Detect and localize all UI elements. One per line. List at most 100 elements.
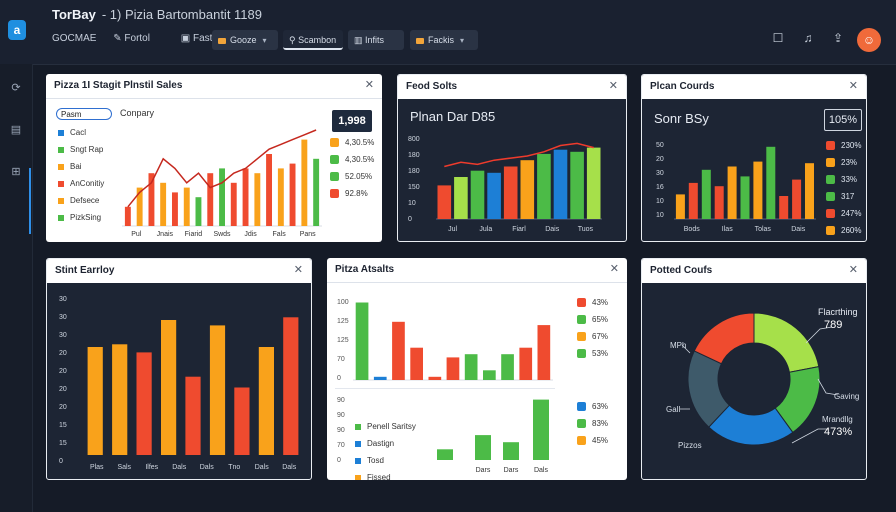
x-tick-label: Dals <box>172 464 187 471</box>
x-tick-label: Jul <box>448 226 457 233</box>
calendar-icon[interactable]: ▤ <box>8 122 24 138</box>
square-icon <box>416 37 424 44</box>
label-pizzos: Pizzos <box>678 441 702 450</box>
percent-value: 247% <box>841 209 862 218</box>
nav-item-gocmae[interactable]: GOCMAE <box>52 33 96 44</box>
percent-item: 260% <box>826 226 861 241</box>
percent-item: 63% <box>577 402 608 419</box>
legend-swatch <box>58 129 64 136</box>
y-tick-label: 20 <box>59 368 67 375</box>
x-tick-label: Ilas <box>722 226 733 233</box>
close-icon[interactable]: ✕ <box>294 263 303 276</box>
p5-bar-7 <box>483 370 496 380</box>
p2-bar-4 <box>503 166 518 219</box>
close-icon[interactable]: ✕ <box>365 78 374 91</box>
p5-bar-9 <box>519 347 533 380</box>
app-name: TorBay <box>52 7 96 22</box>
infits-label: Infits <box>365 35 385 45</box>
p1-bar-15 <box>301 139 308 226</box>
percent-value: 4,30.5% <box>345 138 375 147</box>
p5b-bar-1 <box>475 435 491 460</box>
percent-value: 43% <box>592 298 609 307</box>
p2-bar-5 <box>520 160 535 219</box>
legend-swatch <box>58 197 64 204</box>
legend-label: Dastign <box>367 439 395 448</box>
legend-item: Bai <box>58 162 104 179</box>
percent-swatch <box>826 209 835 219</box>
p1-bar-7 <box>207 173 214 226</box>
percent-value: 45% <box>592 436 609 445</box>
label-gall: Gall <box>666 405 681 414</box>
percent-item: 230% <box>826 141 861 158</box>
scambon-tab[interactable]: ⚲ Scambon <box>283 30 343 50</box>
p1-bar-16 <box>313 158 320 226</box>
y-tick-label: 70 <box>337 442 345 449</box>
y-tick-label: 30 <box>59 332 67 339</box>
fackis-dropdown[interactable]: Fackis ▾ <box>410 30 478 50</box>
y-tick-label: 150 <box>408 184 420 191</box>
p5-bar-4 <box>428 376 442 380</box>
grid-icon[interactable]: ⊞ <box>8 164 24 180</box>
y-tick-label: 90 <box>337 397 345 404</box>
avatar-icon[interactable]: ☺ <box>857 28 881 52</box>
percent-value: 63% <box>592 402 609 411</box>
p2-bar-1 <box>454 177 468 219</box>
chart-header-label: Conpary <box>120 108 155 118</box>
y-tick-label: 10 <box>656 198 664 205</box>
p1-bar-4 <box>172 192 178 226</box>
percent-item: 65% <box>577 315 608 332</box>
y-tick-label: 20 <box>656 156 664 163</box>
gooze-dropdown[interactable]: Gooze ▾ <box>212 30 278 50</box>
p5-bar-1 <box>373 376 387 380</box>
y-tick-label: 125 <box>337 337 349 344</box>
panel-potted-coufs: Potted Coufs ✕ Flacrthing 789 MPh Gall G… <box>641 258 867 480</box>
percent-item: 45% <box>577 436 608 453</box>
x-tick-label: Swds <box>213 231 231 238</box>
p3-bar-7 <box>766 146 776 219</box>
percent-swatch <box>826 158 835 168</box>
p4-bar-2 <box>136 352 152 455</box>
p2-bar-7 <box>553 149 568 219</box>
close-icon[interactable]: ✕ <box>849 263 858 276</box>
filter-pill[interactable]: Pasm <box>56 108 112 120</box>
label-mph: MPh <box>670 341 687 350</box>
percent-item: 53% <box>577 349 608 366</box>
square-icon <box>218 37 226 44</box>
p5-bar-3 <box>410 347 423 380</box>
value-flacrthing: 789 <box>824 319 843 331</box>
close-icon[interactable]: ✕ <box>849 79 858 92</box>
legend-item: Penell Saritsy <box>355 422 416 439</box>
panel-title: Plcan Courds <box>650 81 715 92</box>
close-icon[interactable]: ✕ <box>610 262 619 275</box>
legend-label: AnConitiy <box>70 179 105 188</box>
window-icon[interactable]: ☐ <box>770 30 786 46</box>
x-tick-label: Pul <box>131 231 142 238</box>
p5-bar-6 <box>464 354 478 380</box>
infits-button[interactable]: ▥ Infits <box>348 30 404 50</box>
nav-item-fortol[interactable]: ✎ Fortol <box>113 33 164 44</box>
legend-item: Fissed <box>355 473 416 480</box>
x-tick-label: Jdis <box>244 231 257 238</box>
p5-bar-8 <box>501 354 514 380</box>
divider <box>335 388 555 389</box>
filter-pill-label: Pasm <box>61 110 82 119</box>
y-tick-label: 20 <box>59 404 67 411</box>
y-tick-label: 0 <box>337 457 341 464</box>
close-icon[interactable]: ✕ <box>609 79 618 92</box>
legend: Cacl Sngt Rap Bai AnConitiy Defsece PizkSing <box>58 128 104 230</box>
y-tick-label: 180 <box>408 152 420 159</box>
app-logo[interactable]: a <box>8 20 26 40</box>
share-icon[interactable]: ⇪ <box>830 30 846 46</box>
chart-icon: ▥ <box>354 35 366 45</box>
x-tick-label: Bods <box>684 226 700 233</box>
x-tick-label: Tuos <box>578 226 594 233</box>
legend-swatch <box>355 474 361 480</box>
refresh-icon[interactable]: ⟳ <box>8 80 24 96</box>
x-tick-label: Jula <box>479 226 492 233</box>
p3-bar-10 <box>805 163 814 219</box>
gooze-label: Gooze <box>230 35 257 45</box>
p1-bar-3 <box>160 182 167 226</box>
total-badge: 1,998 <box>332 110 372 132</box>
bell-icon[interactable]: ♫ <box>800 30 816 46</box>
percent-item: 317 <box>826 192 861 209</box>
